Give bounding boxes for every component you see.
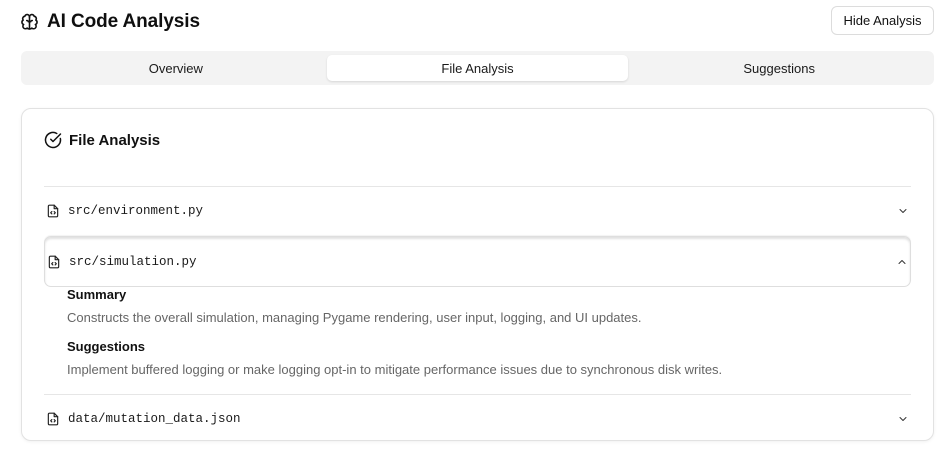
chevron-down-icon[interactable] <box>897 413 909 425</box>
file-name: src/environment.py <box>68 204 204 218</box>
file-detail: Summary Constructs the overall simulatio… <box>67 287 722 377</box>
file-analysis-card: File Analysis src/environment.py src/sim… <box>21 108 934 441</box>
summary-text: Constructs the overall simulation, manag… <box>67 310 642 325</box>
tab-bar: Overview File Analysis Suggestions <box>21 51 934 85</box>
title-wrap: AI Code Analysis <box>20 11 200 33</box>
summary-label: Summary <box>67 287 127 302</box>
header: AI Code Analysis Hide Analysis <box>20 6 934 37</box>
brain-icon <box>21 13 38 30</box>
file-name: data/mutation_data.json <box>68 412 241 426</box>
suggestions-text: Implement buffered logging or make loggi… <box>67 362 723 377</box>
file-code-icon <box>48 255 60 268</box>
file-row-environment[interactable]: src/environment.py <box>44 187 911 235</box>
file-name: src/simulation.py <box>69 254 197 269</box>
file-code-icon <box>47 204 59 218</box>
file-code-icon <box>47 412 59 426</box>
page-title: AI Code Analysis <box>47 11 200 32</box>
suggestions-label: Suggestions <box>67 339 146 354</box>
tab-overview[interactable]: Overview <box>25 55 327 81</box>
tab-suggestions[interactable]: Suggestions <box>628 55 930 81</box>
card-title: File Analysis <box>69 131 161 149</box>
chevron-up-icon[interactable] <box>896 256 908 268</box>
file-row-simulation[interactable]: src/simulation.py <box>44 236 911 287</box>
chevron-down-icon[interactable] <box>897 205 909 217</box>
tab-file-analysis[interactable]: File Analysis <box>326 55 629 81</box>
card-header: File Analysis <box>44 131 160 149</box>
hide-analysis-button[interactable]: Hide Analysis <box>831 6 934 35</box>
check-circle-icon <box>44 131 62 149</box>
file-row-mutation-data[interactable]: data/mutation_data.json <box>44 395 911 440</box>
